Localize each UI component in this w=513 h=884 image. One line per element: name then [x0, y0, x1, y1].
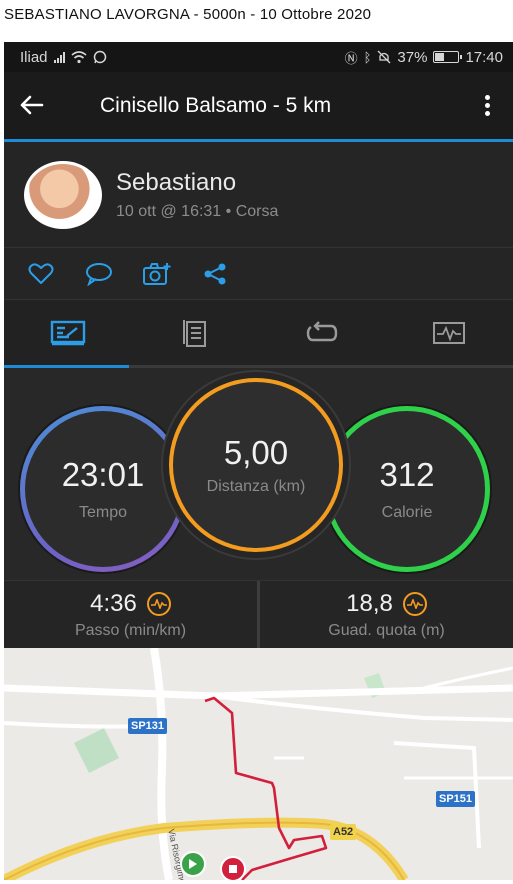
profile-header: Sebastiano 10 ott @ 16:31 • Corsa [4, 142, 513, 248]
time-label: Tempo [78, 504, 128, 521]
distance-value: 5,00 [223, 434, 289, 471]
pace-metric: 4:36 Passo (min/km) [4, 581, 257, 649]
road-label-sp131: SP131 [128, 718, 168, 734]
tab-bar [4, 300, 513, 368]
route-line [204, 696, 328, 880]
tab-stats[interactable] [4, 300, 131, 365]
action-row [4, 248, 513, 300]
avatar[interactable] [24, 160, 102, 229]
mute-icon [377, 50, 391, 64]
calories-ring: 312 Calorie [324, 406, 490, 572]
finish-marker-icon[interactable] [220, 856, 246, 880]
stats-icon [50, 320, 85, 345]
nfc-icon: Ⓝ [344, 50, 358, 66]
metrics-row: 4:36 Passo (min/km) 18,8 Guad. quota (m) [4, 580, 513, 650]
add-photo-icon[interactable] [142, 259, 172, 289]
more-vertical-icon[interactable] [477, 95, 497, 116]
athlete-name[interactable]: Sebastiano [116, 169, 278, 197]
pace-value: 4:36 [90, 590, 137, 617]
elevation-label: Guad. quota (m) [328, 622, 445, 639]
details-list-icon [182, 319, 206, 347]
battery-percent: 37% [397, 48, 428, 66]
calories-value: 312 [379, 456, 435, 493]
chart-icon [433, 321, 466, 344]
activity-meta: 10 ott @ 16:31 • Corsa [116, 202, 279, 220]
calories-label: Calorie [381, 504, 433, 521]
document-caption: SEBASTIANO LAVORGNA - 5000n - 10 Ottobre… [4, 6, 372, 23]
app-bar: Cinisello Balsamo - 5 km [4, 72, 513, 142]
time-ring: 23:01 Tempo [20, 406, 186, 572]
route-map[interactable]: SP131 SP151 A52 Via Risorgimento [4, 648, 513, 880]
elevation-trend-icon[interactable] [402, 592, 427, 616]
distance-label: Distanza (km) [206, 478, 306, 495]
tab-charts[interactable] [386, 300, 513, 365]
wifi-icon [71, 50, 87, 63]
clock: 17:40 [465, 48, 503, 66]
status-bar: Iliad Ⓝ ᛒ 37% 17:40 [4, 42, 513, 72]
start-marker-icon[interactable] [180, 851, 206, 877]
battery-icon [433, 51, 463, 63]
carrier-label: Iliad [20, 48, 48, 66]
road-label-sp151: SP151 [436, 791, 476, 807]
phone-screen: Iliad Ⓝ ᛒ 37% 17:40 Cinisello Balsamo - … [4, 42, 513, 880]
tab-details[interactable] [131, 300, 258, 365]
stats-panel: 23:01 Tempo 312 Calorie 5,00 Distanza (k… [4, 368, 513, 580]
whatsapp-icon [93, 50, 106, 64]
tab-laps[interactable] [259, 300, 386, 365]
distance-ring: 5,00 Distanza (km) [169, 378, 343, 552]
road-label-a52: A52 [330, 824, 357, 840]
comment-icon[interactable] [84, 259, 114, 289]
time-value: 23:01 [61, 456, 145, 493]
heart-icon[interactable] [26, 259, 56, 289]
laps-icon [306, 320, 338, 341]
activity-title: Cinisello Balsamo - 5 km [100, 93, 332, 117]
bluetooth-icon: ᛒ [363, 49, 372, 65]
elevation-value: 18,8 [346, 590, 393, 617]
share-icon[interactable] [200, 259, 230, 289]
signal-icon [53, 51, 65, 63]
arrow-left-icon[interactable] [20, 90, 60, 122]
pace-trend-icon[interactable] [146, 592, 171, 616]
elevation-metric: 18,8 Guad. quota (m) [257, 581, 513, 649]
pace-label: Passo (min/km) [74, 622, 187, 639]
